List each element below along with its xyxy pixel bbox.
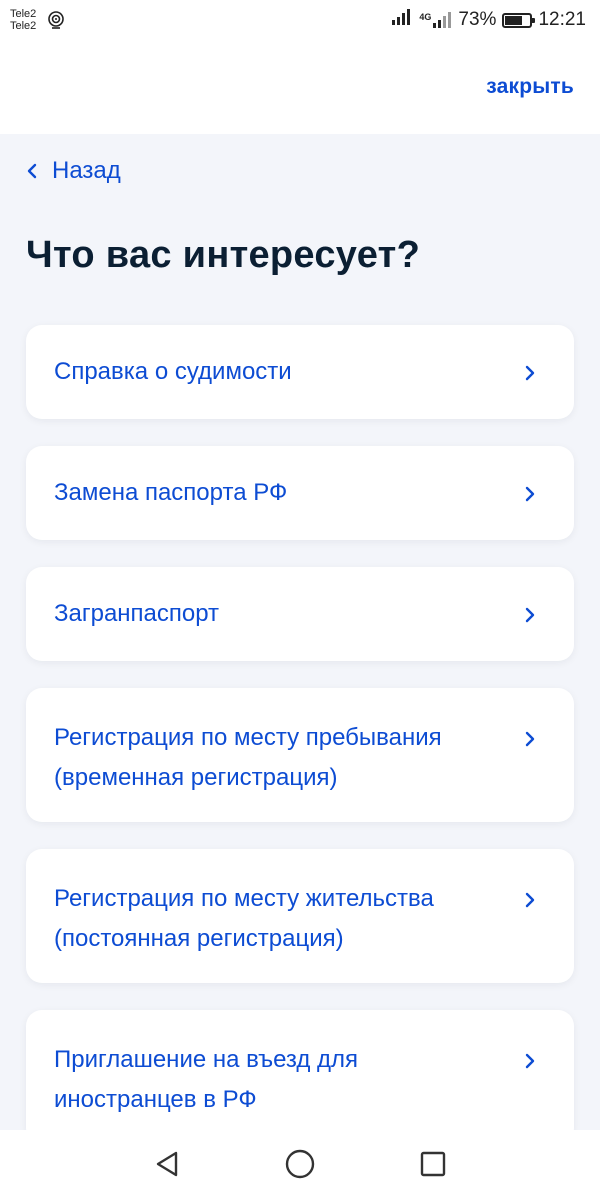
battery-fill (505, 15, 523, 25)
option-label-line-2: (временная регистрация) (54, 764, 338, 791)
option-label-line-1: Справка о судимости (54, 358, 292, 385)
option-label: Приглашение на въезд для иностранцев в Р… (54, 1040, 358, 1120)
carrier-1: Tele2 (10, 8, 37, 20)
clock: 12:21 (538, 9, 586, 30)
option-temporary-registration[interactable]: Регистрация по месту пребывания (временн… (26, 688, 574, 822)
page-title: Что вас интересует? (26, 234, 421, 276)
option-foreigner-invitation[interactable]: Приглашение на въезд для иностранцев в Р… (26, 1010, 574, 1144)
option-criminal-record-certificate[interactable]: Справка о судимости (26, 325, 574, 419)
chevron-left-icon (26, 162, 38, 180)
option-label-line-1: Загранпаспорт (54, 600, 220, 627)
option-permanent-registration[interactable]: Регистрация по месту жительства (постоян… (26, 849, 574, 983)
hotspot-icon (46, 11, 66, 29)
option-label: Справка о судимости (54, 356, 292, 388)
option-label: Регистрация по месту жительства (постоян… (54, 879, 434, 959)
carrier-info: Tele2 Tele2 (10, 8, 66, 32)
top-bar: закрыть (0, 40, 600, 134)
signal-icon (391, 9, 413, 31)
chevron-right-icon (524, 606, 536, 624)
option-label: Замена паспорта РФ (54, 477, 287, 509)
battery-icon (502, 12, 536, 28)
option-label-line-1: Приглашение на въезд для (54, 1046, 359, 1073)
option-passport-replacement[interactable]: Замена паспорта РФ (26, 446, 574, 540)
status-indicators: 4G 73% 12:21 (385, 9, 586, 31)
carrier-2: Tele2 (10, 20, 37, 32)
battery-percent: 73% (458, 9, 497, 30)
system-nav-bar (0, 1130, 600, 1198)
square-recents-icon[interactable] (403, 1134, 463, 1194)
signal-4g-icon: 4G (419, 12, 452, 28)
option-label-line-1: Регистрация по месту пребывания (54, 724, 442, 751)
triangle-back-icon[interactable] (137, 1134, 197, 1194)
option-label-line-2: иностранцев в РФ (54, 1086, 257, 1113)
close-button[interactable]: закрыть (486, 75, 574, 99)
option-label-line-1: Регистрация по месту жительства (54, 885, 434, 912)
option-label: Регистрация по месту пребывания (временн… (54, 718, 442, 798)
chevron-right-icon (524, 485, 536, 503)
network-type: 4G (419, 12, 432, 22)
option-label-line-2: (постоянная регистрация) (54, 925, 344, 952)
back-label: Назад (52, 157, 121, 184)
chevron-right-icon (524, 891, 536, 909)
option-label: Загранпаспорт (54, 598, 219, 630)
options-list: Справка о судимости Замена паспорта РФ З… (26, 325, 574, 1171)
back-button[interactable]: Назад (26, 157, 121, 185)
carrier-names: Tele2 Tele2 (10, 8, 36, 32)
circle-home-icon[interactable] (270, 1134, 330, 1194)
option-label-line-1: Замена паспорта РФ (54, 479, 288, 506)
option-foreign-passport[interactable]: Загранпаспорт (26, 567, 574, 661)
chevron-right-icon (524, 730, 536, 748)
chevron-right-icon (524, 1052, 536, 1070)
status-bar: Tele2 Tele2 4G 73% 12:21 (0, 0, 600, 40)
chevron-right-icon (524, 364, 536, 382)
